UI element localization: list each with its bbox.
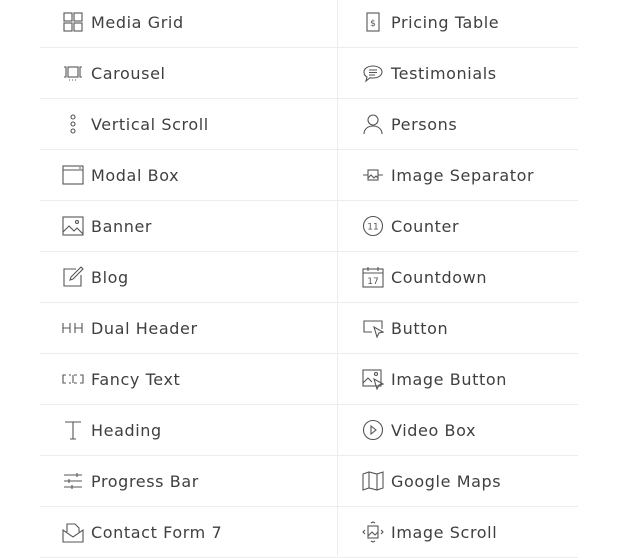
widget-item-carousel[interactable]: Carousel: [40, 48, 337, 99]
widget-label: Image Button: [391, 369, 507, 389]
widget-item-media-grid[interactable]: Media Grid: [40, 0, 337, 48]
widget-item-image-scroll[interactable]: Image Scroll: [337, 507, 578, 558]
widget-item-fancy-text[interactable]: Fancy Text: [40, 354, 337, 405]
sliders-icon: [62, 470, 84, 492]
widget-label: Contact Form 7: [91, 522, 223, 542]
widget-item-video-box[interactable]: Video Box: [337, 405, 578, 456]
widget-label: Button: [391, 318, 449, 338]
dollar-icon: $: [362, 11, 384, 33]
widget-label: Testimonials: [391, 63, 497, 83]
edit-icon: [62, 266, 84, 288]
image-separator-icon: [362, 164, 384, 186]
button-cursor-icon: [362, 317, 384, 339]
play-circle-icon: [362, 419, 384, 441]
image-scroll-icon: [362, 521, 384, 543]
widget-item-pricing-table[interactable]: $ Pricing Table: [337, 0, 578, 48]
widget-label: Banner: [91, 216, 153, 236]
widget-item-blog[interactable]: Blog: [40, 252, 337, 303]
svg-text:$: $: [370, 19, 376, 29]
widget-label: Countdown: [391, 267, 488, 287]
widget-label: Fancy Text: [91, 369, 181, 389]
window-icon: [62, 164, 84, 186]
widget-label: Progress Bar: [91, 471, 199, 491]
widget-label: Counter: [391, 216, 460, 236]
widget-label: Dual Header: [91, 318, 198, 338]
widget-item-countdown[interactable]: 17 Countdown: [337, 252, 578, 303]
dual-header-icon: [62, 317, 84, 339]
widget-label: Carousel: [91, 63, 166, 83]
widget-item-counter[interactable]: 11 Counter: [337, 201, 578, 252]
image-icon: [62, 215, 84, 237]
calendar-icon: 17: [362, 266, 384, 288]
widget-item-persons[interactable]: Persons: [337, 99, 578, 150]
widget-label: Image Separator: [391, 165, 535, 185]
widget-grid: Media Grid $ Pricing Table Carousel Testimon…: [40, 0, 578, 558]
image-button-icon: [362, 368, 384, 390]
widget-label: Persons: [391, 114, 458, 134]
widget-item-heading[interactable]: Heading: [40, 405, 337, 456]
widget-item-banner[interactable]: Banner: [40, 201, 337, 252]
envelope-icon: [62, 521, 84, 543]
widget-item-image-separator[interactable]: Image Separator: [337, 150, 578, 201]
widget-label: Modal Box: [91, 165, 180, 185]
grid-icon: [62, 11, 84, 33]
widget-item-google-maps[interactable]: Google Maps: [337, 456, 578, 507]
widget-item-image-button[interactable]: Image Button: [337, 354, 578, 405]
svg-text:17: 17: [367, 277, 378, 287]
widget-label: Google Maps: [391, 471, 502, 491]
speech-bubble-icon: [362, 62, 384, 84]
text-t-icon: [62, 419, 84, 441]
dots-vertical-icon: [62, 113, 84, 135]
widget-label: Pricing Table: [391, 12, 500, 32]
widget-label: Image Scroll: [391, 522, 498, 542]
widget-item-contact-form-7[interactable]: Contact Form 7: [40, 507, 337, 558]
map-icon: [362, 470, 384, 492]
fancy-text-icon: [62, 368, 84, 390]
widget-label: Video Box: [391, 420, 477, 440]
widget-item-progress-bar[interactable]: Progress Bar: [40, 456, 337, 507]
widget-item-vertical-scroll[interactable]: Vertical Scroll: [40, 99, 337, 150]
widget-item-dual-header[interactable]: Dual Header: [40, 303, 337, 354]
widget-label: Vertical Scroll: [91, 114, 209, 134]
carousel-icon: [62, 62, 84, 84]
widget-label: Blog: [91, 267, 129, 287]
person-icon: [362, 113, 384, 135]
widget-label: Heading: [91, 420, 162, 440]
counter-icon: 11: [362, 215, 384, 237]
widget-item-modal-box[interactable]: Modal Box: [40, 150, 337, 201]
widget-label: Media Grid: [91, 12, 184, 32]
widget-item-testimonials[interactable]: Testimonials: [337, 48, 578, 99]
svg-text:11: 11: [367, 223, 378, 233]
widget-item-button[interactable]: Button: [337, 303, 578, 354]
